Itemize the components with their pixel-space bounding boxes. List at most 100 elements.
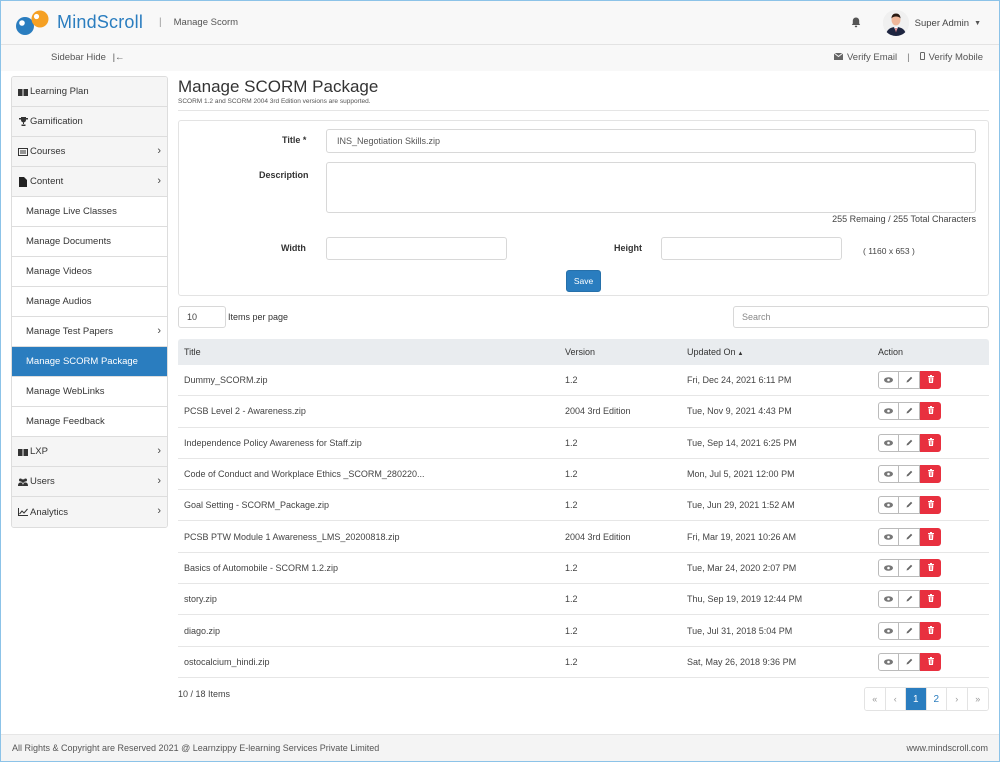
chevron-right-icon: › xyxy=(157,445,161,457)
delete-button[interactable] xyxy=(920,496,941,515)
view-button[interactable] xyxy=(878,652,899,671)
user-menu-name[interactable]: Super Admin xyxy=(915,18,969,29)
sidebar-item-learning-plan[interactable]: Learning Plan xyxy=(12,77,167,107)
sidebar-item-gamification[interactable]: Gamification xyxy=(12,107,167,137)
book-icon xyxy=(18,87,28,97)
delete-button[interactable] xyxy=(920,465,941,484)
sidebar-item-courses[interactable]: Courses › xyxy=(12,137,167,167)
sub-header: Sidebar Hide |← Verify Email | Verify Mo… xyxy=(1,45,999,71)
delete-button[interactable] xyxy=(920,558,941,577)
edit-button[interactable] xyxy=(899,465,920,484)
sidebar-item-manage-videos[interactable]: Manage Videos xyxy=(12,257,167,287)
edit-button[interactable] xyxy=(899,496,920,515)
height-input[interactable] xyxy=(661,237,842,260)
sidebar-item-manage-audios[interactable]: Manage Audios xyxy=(12,287,167,317)
search-input[interactable]: Search xyxy=(733,306,989,328)
sidebar-hide-toggle[interactable]: Sidebar Hide |← xyxy=(51,52,125,63)
sidebar-item-users[interactable]: Users › xyxy=(12,467,167,497)
sidebar-item-manage-documents[interactable]: Manage Documents xyxy=(12,227,167,257)
view-button[interactable] xyxy=(878,590,899,609)
sidebar-item-label: Gamification xyxy=(30,116,83,127)
pencil-icon xyxy=(906,626,913,636)
view-button[interactable] xyxy=(878,433,899,452)
table-row: diago.zip 1.2 Tue, Jul 31, 2018 5:04 PM xyxy=(178,615,989,647)
column-header-version[interactable]: Version xyxy=(565,347,687,357)
pencil-icon xyxy=(906,375,913,385)
edit-button[interactable] xyxy=(899,371,920,390)
pencil-icon xyxy=(906,563,913,573)
brand-logo[interactable]: MindScroll xyxy=(14,10,143,36)
edit-button[interactable] xyxy=(899,652,920,671)
description-textarea[interactable] xyxy=(326,162,976,213)
delete-button[interactable] xyxy=(920,527,941,546)
page-2-button[interactable]: 2 xyxy=(926,688,947,710)
column-header-label: Updated On xyxy=(687,347,736,357)
sidebar-item-manage-test-papers[interactable]: Manage Test Papers › xyxy=(12,317,167,347)
sidebar-item-label: Manage Audios xyxy=(26,296,92,307)
sidebar-item-manage-live-classes[interactable]: Manage Live Classes xyxy=(12,197,167,227)
table-row: Independence Policy Awareness for Staff.… xyxy=(178,428,989,459)
eye-icon xyxy=(884,563,893,573)
sidebar-item-manage-weblinks[interactable]: Manage WebLinks xyxy=(12,377,167,407)
view-button[interactable] xyxy=(878,621,899,640)
view-button[interactable] xyxy=(878,465,899,484)
notification-bell-icon[interactable] xyxy=(851,17,861,30)
width-label: Width xyxy=(281,243,306,253)
title-input[interactable]: INS_Negotiation Skills.zip xyxy=(326,129,976,153)
column-header-title[interactable]: Title xyxy=(178,347,565,357)
view-button[interactable] xyxy=(878,402,899,421)
view-button[interactable] xyxy=(878,371,899,390)
delete-button[interactable] xyxy=(920,590,941,609)
cell-updated-on: Sat, May 26, 2018 9:36 PM xyxy=(687,656,797,667)
edit-button[interactable] xyxy=(899,558,920,577)
cell-actions xyxy=(878,652,989,671)
title-label: Title * xyxy=(282,135,307,145)
cell-actions xyxy=(878,371,989,390)
prev-page-button[interactable]: ‹ xyxy=(885,688,906,710)
delete-button[interactable] xyxy=(920,621,941,640)
cell-actions xyxy=(878,465,989,484)
sidebar-item-lxp[interactable]: LXP › xyxy=(12,437,167,467)
website-link[interactable]: www.mindscroll.com xyxy=(906,743,988,753)
list-icon xyxy=(18,147,28,157)
view-button[interactable] xyxy=(878,558,899,577)
cell-actions xyxy=(878,527,989,546)
page-1-button[interactable]: 1 xyxy=(906,688,927,710)
delete-button[interactable] xyxy=(920,652,941,671)
scorm-form: Title * INS_Negotiation Skills.zip Descr… xyxy=(178,120,989,296)
sidebar-item-manage-feedback[interactable]: Manage Feedback xyxy=(12,407,167,437)
items-per-page-input[interactable]: 10 xyxy=(178,306,226,328)
view-button[interactable] xyxy=(878,496,899,515)
cell-updated-on: Tue, Nov 9, 2021 4:43 PM xyxy=(687,406,792,417)
edit-button[interactable] xyxy=(899,590,920,609)
user-avatar[interactable] xyxy=(882,10,909,36)
view-button[interactable] xyxy=(878,527,899,546)
cell-updated-on: Fri, Dec 24, 2021 6:11 PM xyxy=(687,375,792,386)
cell-version: 1.2 xyxy=(565,437,578,448)
width-input[interactable] xyxy=(326,237,507,260)
sidebar-item-content[interactable]: Content › xyxy=(12,167,167,197)
edit-button[interactable] xyxy=(899,621,920,640)
cell-actions xyxy=(878,402,989,421)
delete-button[interactable] xyxy=(920,402,941,421)
edit-button[interactable] xyxy=(899,433,920,452)
column-header-updated-on[interactable]: Updated On ▲ xyxy=(687,347,878,357)
sidebar-item-analytics[interactable]: Analytics › xyxy=(12,497,167,527)
delete-button[interactable] xyxy=(920,371,941,390)
last-page-button[interactable]: » xyxy=(967,688,988,710)
verify-email-link[interactable]: Verify Email xyxy=(847,52,897,63)
caret-down-icon[interactable]: ▼ xyxy=(974,20,981,27)
cell-version: 1.2 xyxy=(565,625,578,636)
footer: All Rights & Copyright are Reserved 2021… xyxy=(1,734,999,761)
verify-mobile-link[interactable]: Verify Mobile xyxy=(929,52,983,63)
book-icon xyxy=(18,447,28,457)
first-page-button[interactable]: « xyxy=(865,688,886,710)
save-button[interactable]: Save xyxy=(566,270,601,292)
edit-button[interactable] xyxy=(899,402,920,421)
next-page-button[interactable]: › xyxy=(947,688,968,710)
sidebar-item-manage-scorm-package[interactable]: Manage SCORM Package xyxy=(12,347,167,377)
table-row: story.zip 1.2 Thu, Sep 19, 2019 12:44 PM xyxy=(178,584,989,616)
delete-button[interactable] xyxy=(920,433,941,452)
pencil-icon xyxy=(906,406,913,416)
edit-button[interactable] xyxy=(899,527,920,546)
